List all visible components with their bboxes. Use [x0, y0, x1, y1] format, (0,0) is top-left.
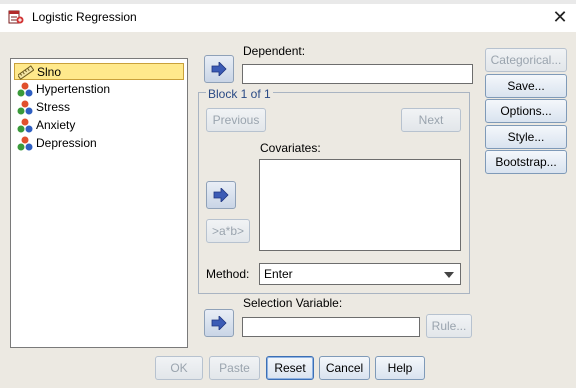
window-title: Logistic Regression — [32, 10, 137, 24]
chevron-down-icon — [444, 272, 454, 278]
ok-button[interactable]: OK — [155, 356, 203, 380]
logistic-regression-app-icon — [8, 10, 24, 24]
interaction-button[interactable]: >a*b> — [206, 219, 250, 243]
nominal-variable-icon — [17, 100, 33, 115]
method-dropdown[interactable]: Enter — [259, 263, 461, 285]
dependent-label-text: Dependent: — [243, 44, 306, 58]
cancel-button[interactable]: Cancel — [319, 356, 370, 380]
bootstrap-button[interactable]: Bootstrap... — [485, 150, 567, 174]
right-arrow-icon — [213, 188, 229, 202]
covariates-label: Covariates: — [260, 141, 321, 155]
ruler-icon — [18, 65, 34, 80]
previous-button[interactable]: Previous — [206, 108, 266, 132]
reset-button[interactable]: Reset — [266, 356, 314, 380]
help-button[interactable]: Help — [375, 356, 425, 380]
nominal-variable-icon — [17, 118, 33, 133]
selection-variable-label: Selection Variable: — [243, 296, 343, 310]
move-to-selection-button[interactable] — [204, 309, 234, 337]
style-button[interactable]: Style... — [485, 125, 567, 149]
nominal-variable-icon — [17, 136, 33, 151]
variable-label: Stress — [36, 100, 71, 114]
nominal-variable-icon — [17, 82, 33, 97]
next-button[interactable]: Next — [401, 108, 461, 132]
variable-list[interactable]: Slno Hypertenstion Stress Anxiety Depres… — [10, 58, 188, 348]
variable-item-anxiety[interactable]: Anxiety — [14, 117, 184, 134]
method-label: Method: — [206, 267, 250, 281]
right-arrow-icon — [211, 62, 227, 76]
dependent-field[interactable] — [242, 64, 473, 84]
variable-label: Hypertenstion — [36, 82, 111, 96]
close-icon[interactable]: ✕ — [548, 5, 572, 29]
paste-button[interactable]: Paste — [209, 356, 260, 380]
window-titlebar[interactable]: Logistic Regression ✕ — [0, 0, 576, 32]
save-button[interactable]: Save... — [485, 74, 567, 98]
move-to-covariates-button[interactable] — [206, 181, 236, 209]
variable-label: Slno — [37, 65, 62, 79]
method-value: Enter — [264, 267, 293, 281]
variable-item-slno[interactable]: Slno — [14, 63, 184, 80]
move-to-dependent-button[interactable] — [204, 55, 234, 83]
variable-label: Depression — [36, 136, 97, 150]
categorical-button[interactable]: Categorical... — [485, 48, 567, 72]
variable-item-depression[interactable]: Depression — [14, 135, 184, 152]
block-title: Block 1 of 1 — [206, 87, 273, 101]
right-arrow-icon — [211, 316, 227, 330]
variable-item-hypertenstion[interactable]: Hypertenstion — [14, 81, 184, 98]
variable-item-stress[interactable]: Stress — [14, 99, 184, 116]
options-button[interactable]: Options... — [485, 99, 567, 123]
variable-label: Anxiety — [36, 118, 76, 132]
selection-variable-field[interactable] — [242, 317, 420, 337]
rule-button[interactable]: Rule... — [426, 314, 472, 338]
dependent-label: Dependent: — [243, 44, 305, 58]
background-window-strip — [0, 0, 576, 4]
covariates-list[interactable] — [259, 159, 461, 251]
